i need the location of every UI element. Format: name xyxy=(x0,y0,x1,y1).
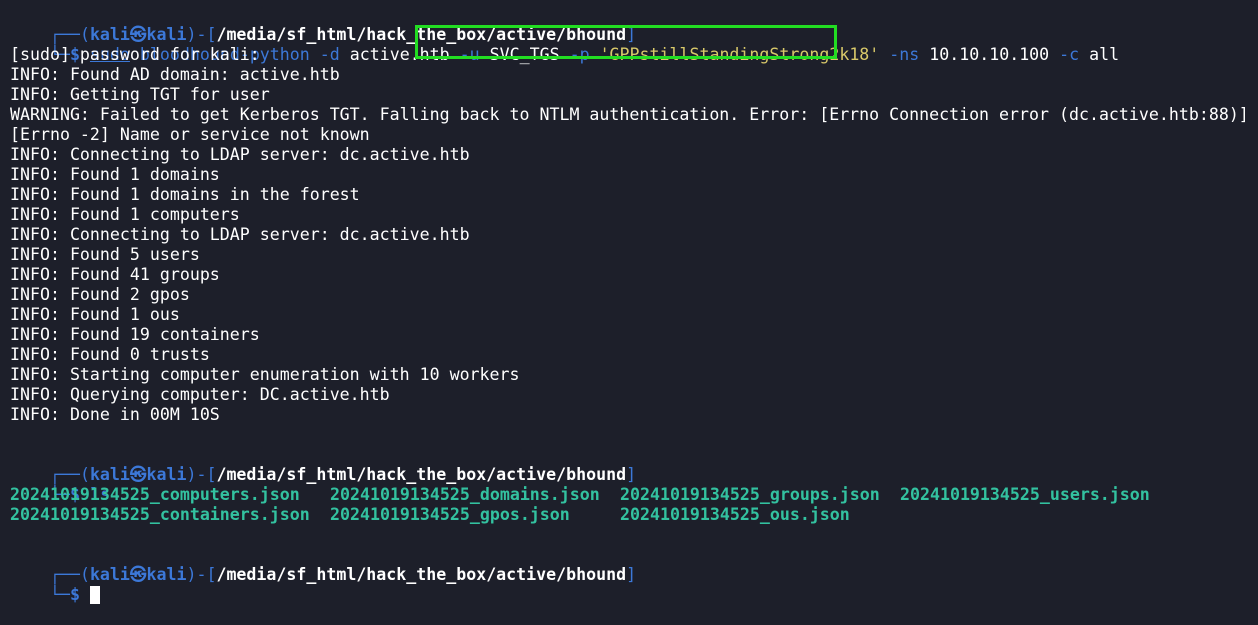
json-file: 20241019134525_computers.json xyxy=(10,485,300,504)
output-line: INFO: Found 19 containers xyxy=(10,325,260,344)
cmd-flag-d: -d xyxy=(319,45,340,64)
json-file: 20241019134525_ous.json xyxy=(620,505,850,524)
prompt-box-top: ┌──( xyxy=(49,465,90,484)
output-line: INFO: Done in 00M 10S xyxy=(10,405,220,424)
prompt-box-top: ┌──( xyxy=(49,565,90,584)
prompt-separator: )-[ xyxy=(186,25,217,44)
output-line: INFO: Getting TGT for user xyxy=(10,85,270,104)
prompt-box-top: ┌──( xyxy=(49,25,90,44)
output-line: INFO: Querying computer: DC.active.htb xyxy=(10,385,390,404)
prompt-path: /media/sf_html/hack_the_box/active/bhoun… xyxy=(216,465,627,484)
output-line: INFO: Found 1 domains in the forest xyxy=(10,185,360,204)
prompt-user: kali㉿kali xyxy=(89,465,187,484)
prompt-top-line: ┌──(kali㉿kali)-[/media/sf_html/hack_the_… xyxy=(10,445,1256,484)
output-line: INFO: Found 0 trusts xyxy=(10,345,210,364)
output-line: INFO: Found 41 groups xyxy=(10,265,220,284)
prompt-dollar: $ xyxy=(69,585,80,604)
cmd-flag-ns: -ns xyxy=(889,45,920,64)
terminal[interactable]: ┌──(kali㉿kali)-[/media/sf_html/hack_the_… xyxy=(10,5,1256,604)
output-line: INFO: Connecting to LDAP server: dc.acti… xyxy=(10,145,470,164)
cmd-nameserver: 10.10.10.100 xyxy=(929,45,1050,64)
ls-output-row: 20241019134525_computers.json 20241019134… xyxy=(10,485,1256,505)
output-line: INFO: Found 2 gpos xyxy=(10,285,190,304)
json-file: 20241019134525_gpos.json xyxy=(330,505,570,524)
cmd-domain: active.htb xyxy=(349,45,450,64)
ls-output-row: 20241019134525_containers.json 2024101913… xyxy=(10,505,1256,525)
json-file: 20241019134525_domains.json xyxy=(330,485,600,504)
json-file: 20241019134525_containers.json xyxy=(10,505,310,524)
output-line: INFO: Found AD domain: active.htb xyxy=(10,65,340,84)
output-line: INFO: Found 1 domains xyxy=(10,165,220,184)
prompt-top-line: ┌──(kali㉿kali)-[/media/sf_html/hack_the_… xyxy=(10,5,1256,44)
output-line: INFO: Found 1 ous xyxy=(10,305,180,324)
json-file: 20241019134525_users.json xyxy=(900,485,1150,504)
cmd-user: SVC_TGS xyxy=(489,45,560,64)
output-line: INFO: Connecting to LDAP server: dc.acti… xyxy=(10,225,470,244)
cmd-password: 'GPPstillStandingStrong2k18' xyxy=(599,45,880,64)
cmd-collection: all xyxy=(1089,45,1120,64)
prompt-separator: )-[ xyxy=(186,465,217,484)
command-output: [sudo] password for kali: INFO: Found AD… xyxy=(10,45,1256,425)
prompt-close: ] xyxy=(626,465,637,484)
cmd-flag-p: -p xyxy=(569,45,590,64)
output-line: INFO: Starting computer enumeration with… xyxy=(10,365,520,384)
output-line: [Errno -2] Name or service not known xyxy=(10,125,370,144)
cmd-flag-u: -u xyxy=(459,45,480,64)
output-line: INFO: Found 1 computers xyxy=(10,205,240,224)
prompt-path: /media/sf_html/hack_the_box/active/bhoun… xyxy=(216,565,627,584)
output-line: INFO: Found 5 users xyxy=(10,245,200,264)
prompt-user: kali㉿kali xyxy=(89,565,187,584)
cmd-flag-c: -c xyxy=(1059,45,1080,64)
prompt-top-line: ┌──(kali㉿kali)-[/media/sf_html/hack_the_… xyxy=(10,545,1256,584)
text-cursor xyxy=(89,586,100,604)
prompt-path: /media/sf_html/hack_the_box/active/bhoun… xyxy=(216,25,627,44)
output-line: WARNING: Failed to get Kerberos TGT. Fal… xyxy=(10,105,1249,124)
prompt-close: ] xyxy=(626,25,637,44)
prompt-box-bottom: └─ xyxy=(49,585,70,604)
prompt-close: ] xyxy=(626,565,637,584)
json-file: 20241019134525_groups.json xyxy=(620,485,880,504)
prompt-separator: )-[ xyxy=(186,565,217,584)
prompt-user: kali㉿kali xyxy=(89,25,187,44)
